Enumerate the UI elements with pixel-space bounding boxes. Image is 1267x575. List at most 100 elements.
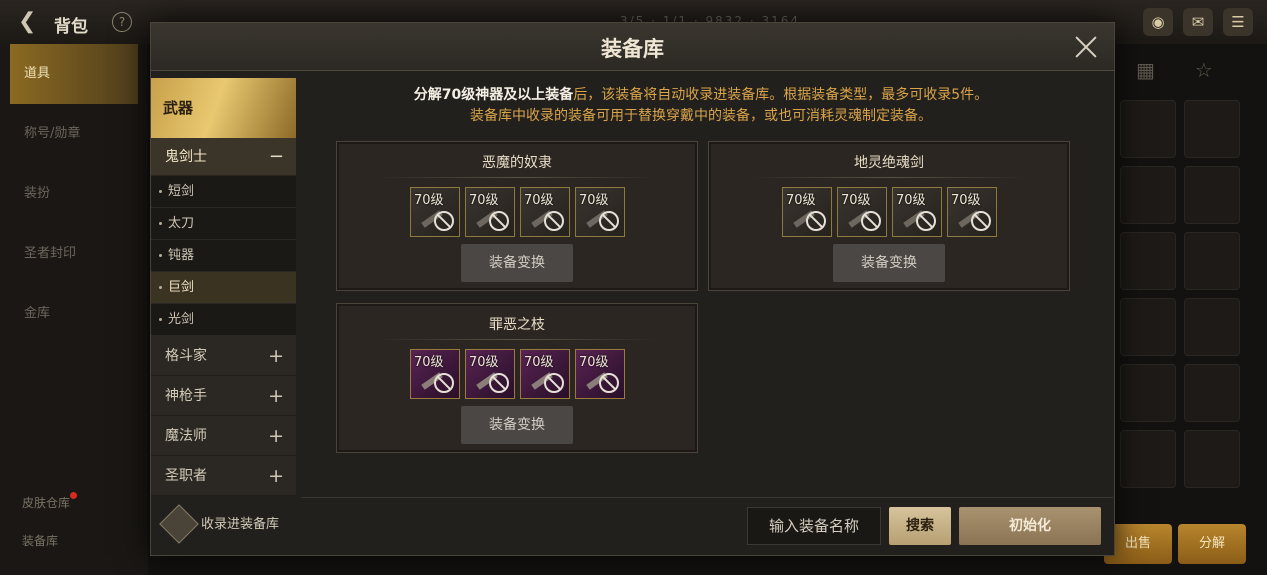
- bullet-icon: [159, 190, 162, 193]
- class-item-slayer[interactable]: 鬼剑士 −: [151, 138, 296, 176]
- star-icon[interactable]: ☆: [1195, 58, 1213, 82]
- unavailable-icon: [434, 211, 454, 231]
- unavailable-icon: [544, 373, 564, 393]
- chat-icon[interactable]: ☰: [1223, 8, 1253, 36]
- equipment-panel: 地灵绝魂剑 70级 70级 70级 70级 装备变换: [708, 141, 1070, 291]
- divider: [749, 177, 1029, 178]
- inventory-slot[interactable]: [1184, 166, 1240, 224]
- back-arrow-icon[interactable]: ❮: [18, 9, 36, 34]
- collect-into-library-button[interactable]: 收录进装备库: [159, 504, 281, 544]
- inventory-slot[interactable]: [1120, 364, 1176, 422]
- reset-button[interactable]: 初始化: [959, 507, 1101, 545]
- inventory-slot[interactable]: [1184, 430, 1240, 488]
- unavailable-icon: [599, 373, 619, 393]
- equipment-slot[interactable]: 70级: [575, 187, 625, 237]
- bullet-icon: [159, 318, 162, 321]
- equipment-slot[interactable]: 70级: [410, 349, 460, 399]
- weapon-item-katana[interactable]: 太刀: [151, 208, 296, 240]
- library-description: 分解70级神器及以上装备后，该装备将自动收录进装备库。根据装备类型，最多可收录5…: [301, 85, 1101, 127]
- class-label: 鬼剑士: [165, 149, 207, 165]
- disassemble-button[interactable]: 分解: [1178, 524, 1246, 564]
- equipment-slot[interactable]: 70级: [465, 349, 515, 399]
- bag-title: 背包: [54, 17, 88, 37]
- expand-icon[interactable]: +: [268, 376, 284, 416]
- collect-label: 收录进装备库: [201, 516, 280, 532]
- bg-sidebar-item[interactable]: 金库: [0, 284, 148, 344]
- unavailable-icon: [971, 211, 991, 231]
- class-item-priest[interactable]: 圣职者 +: [151, 456, 296, 496]
- equipment-slot[interactable]: 70级: [837, 187, 887, 237]
- inventory-slot[interactable]: [1184, 364, 1240, 422]
- background-inventory-grid: [1120, 100, 1240, 488]
- equipment-slot[interactable]: 70级: [892, 187, 942, 237]
- inventory-slot[interactable]: [1120, 430, 1176, 488]
- dialog-title: 装备库: [601, 37, 664, 61]
- weapon-item-short-sword[interactable]: 短剑: [151, 176, 296, 208]
- coin-bag-icon[interactable]: ◉: [1143, 8, 1173, 36]
- inventory-slot[interactable]: [1184, 298, 1240, 356]
- equipment-panel: 罪恶之枝 70级 70级 70级 70级 装备变换: [336, 303, 698, 453]
- equipment-slot[interactable]: 70级: [947, 187, 997, 237]
- equipment-slot[interactable]: 70级: [520, 349, 570, 399]
- inventory-slot[interactable]: [1120, 166, 1176, 224]
- bullet-icon: [159, 254, 162, 257]
- bg-sidebar-item[interactable]: 称号/勋章: [0, 104, 148, 164]
- bullet-icon: [159, 286, 162, 289]
- bg-sidebar-item[interactable]: 圣者封印: [0, 224, 148, 284]
- unavailable-icon: [916, 211, 936, 231]
- equip-swap-button[interactable]: 装备变换: [833, 244, 945, 282]
- skin-storage-link[interactable]: 皮肤仓库: [22, 484, 78, 522]
- divider: [377, 339, 657, 340]
- background-bottom-left: 皮肤仓库 装备库: [22, 484, 78, 560]
- class-item-mage[interactable]: 魔法师 +: [151, 416, 296, 456]
- equipment-panel: 恶魔的奴隶 70级 70级 70级 70级 装备变换: [336, 141, 698, 291]
- expand-icon[interactable]: +: [268, 336, 284, 376]
- mail-icon[interactable]: ✉: [1183, 8, 1213, 36]
- equipment-name: 地灵绝魂剑: [854, 155, 924, 171]
- equip-swap-button[interactable]: 装备变换: [461, 244, 573, 282]
- search-button[interactable]: 搜索: [889, 507, 951, 545]
- class-weapon-nav: 武器 鬼剑士 − 短剑 太刀 钝器 巨剑 光剑 格斗家 + 神枪手 + 魔法师 …: [151, 78, 296, 556]
- card-icon[interactable]: ▦: [1136, 58, 1155, 82]
- equipment-slot[interactable]: 70级: [575, 349, 625, 399]
- bg-sidebar-item[interactable]: 道具: [10, 44, 138, 104]
- unavailable-icon: [861, 211, 881, 231]
- dialog-header: 装备库: [151, 23, 1114, 71]
- expand-icon[interactable]: +: [268, 416, 284, 456]
- category-tab-weapon[interactable]: 武器: [151, 78, 296, 138]
- equipment-slot[interactable]: 70级: [410, 187, 460, 237]
- unavailable-icon: [806, 211, 826, 231]
- footer-divider: [301, 497, 1113, 498]
- class-item-gunner[interactable]: 神枪手 +: [151, 376, 296, 416]
- equipment-name: 恶魔的奴隶: [482, 155, 552, 171]
- equipment-slot[interactable]: 70级: [782, 187, 832, 237]
- equip-swap-button[interactable]: 装备变换: [461, 406, 573, 444]
- close-icon[interactable]: [1072, 33, 1100, 61]
- collapse-icon[interactable]: −: [269, 138, 284, 176]
- equipment-library-dialog: 装备库 武器 鬼剑士 − 短剑 太刀 钝器 巨剑 光剑 格斗家 + 神枪手 + …: [150, 22, 1115, 556]
- equipment-name: 罪恶之枝: [489, 317, 545, 333]
- equipment-library-link[interactable]: 装备库: [22, 522, 77, 560]
- description-line2: 装备库中收录的装备可用于替换穿戴中的装备，或也可消耗灵魂制定装备。: [470, 108, 932, 124]
- equipment-slot[interactable]: 70级: [520, 187, 570, 237]
- unavailable-icon: [434, 373, 454, 393]
- description-line1: 后，该装备将自动收录进装备库。根据装备类型，最多可收录5件。: [573, 87, 989, 103]
- inventory-slot[interactable]: [1120, 100, 1176, 158]
- weapon-item-club[interactable]: 钝器: [151, 240, 296, 272]
- inventory-slot[interactable]: [1184, 100, 1240, 158]
- help-icon[interactable]: ?: [112, 12, 132, 32]
- collect-icon: [159, 504, 199, 544]
- description-highlight: 分解70级神器及以上装备: [413, 87, 574, 103]
- inventory-slot[interactable]: [1184, 232, 1240, 290]
- inventory-slot[interactable]: [1120, 298, 1176, 356]
- weapon-item-greatsword[interactable]: 巨剑: [151, 272, 296, 304]
- unavailable-icon: [489, 373, 509, 393]
- equipment-slot[interactable]: 70级: [465, 187, 515, 237]
- weapon-item-lightsabre[interactable]: 光剑: [151, 304, 296, 336]
- equipment-search-input[interactable]: 输入装备名称: [747, 507, 881, 545]
- bg-sidebar-item[interactable]: 装扮: [0, 164, 148, 224]
- unavailable-icon: [599, 211, 619, 231]
- inventory-slot[interactable]: [1120, 232, 1176, 290]
- expand-icon[interactable]: +: [268, 456, 284, 496]
- class-item-fighter[interactable]: 格斗家 +: [151, 336, 296, 376]
